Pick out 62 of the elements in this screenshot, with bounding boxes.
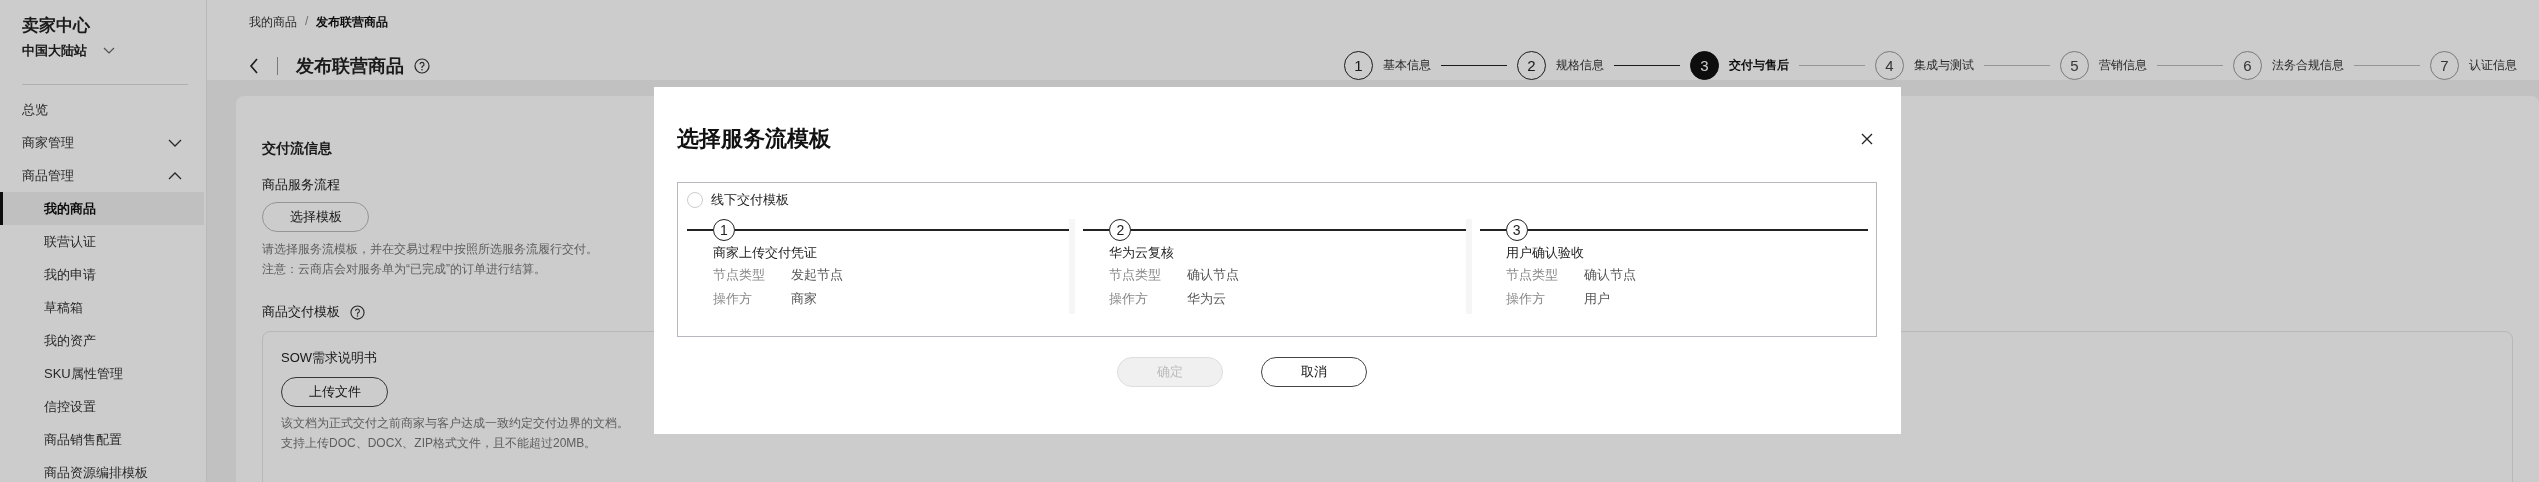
breadcrumb-item: 发布联营商品	[316, 14, 389, 31]
select-template-button[interactable]: 选择模板	[262, 202, 369, 232]
nav-item[interactable]: 联营认证	[0, 225, 206, 258]
format-hint: 支持上传DOC、DOCX、ZIP格式文件，且不能超过20MB。	[281, 435, 597, 452]
note-text: 注意：云商店会对服务单为“已完成”的订单进行结算。	[262, 261, 546, 278]
breadcrumb-item[interactable]: 我的商品	[249, 14, 297, 31]
upload-button[interactable]: 上传文件	[281, 377, 388, 407]
field-label: 节点类型	[713, 266, 766, 284]
nav-item[interactable]: 商品管理	[0, 159, 206, 192]
help-icon[interactable]	[350, 304, 365, 320]
field-label: 节点类型	[1109, 266, 1163, 284]
template-name: 线下交付模板	[711, 191, 789, 209]
back-icon[interactable]	[249, 57, 259, 74]
field-label: 商品交付模板	[262, 303, 340, 321]
step-label: 基本信息	[1383, 57, 1431, 74]
step-label: 营销信息	[2099, 57, 2147, 74]
cancel-button[interactable]: 取消	[1261, 357, 1367, 387]
hint-text: 请选择服务流模板，并在交易过程中按照所选服务流履行交付。	[262, 241, 598, 258]
step-title: 商家上传交付凭证	[713, 244, 818, 262]
field-label: 节点类型	[1505, 266, 1559, 284]
close-icon[interactable]	[1861, 133, 1873, 145]
chevron-up-icon	[168, 171, 182, 180]
field-value: 发起节点	[791, 266, 843, 284]
nav-item[interactable]: 我的商品	[0, 192, 204, 225]
nav-item[interactable]: 我的资产	[0, 324, 206, 357]
step-label: 交付与售后	[1729, 57, 1789, 74]
field-value: 确认节点	[1583, 266, 1636, 284]
step-label: 集成与测试	[1914, 57, 1974, 74]
page-title: 发布联营商品	[296, 54, 404, 78]
step-label: 认证信息	[2469, 57, 2517, 74]
nav-item[interactable]: 商品销售配置	[0, 423, 206, 456]
nav-item[interactable]: SKU属性管理	[0, 357, 206, 390]
step-title: 华为云复核	[1109, 244, 1176, 262]
field-label: 操作方	[1109, 290, 1150, 308]
site-selector[interactable]: 中国大陆站	[0, 38, 115, 60]
nav-item[interactable]: 商家管理	[0, 126, 206, 159]
dialog-title: 选择服务流模板	[677, 125, 831, 153]
step-number: 3	[1690, 51, 1719, 80]
field-value: 商家	[791, 290, 817, 308]
breadcrumb-separator: /	[305, 14, 309, 30]
description-text: 该文档为正式交付之前商家与客户达成一致约定交付边界的文档。	[281, 415, 629, 432]
nav-item[interactable]: 总览	[0, 93, 206, 126]
step-label: 规格信息	[1556, 57, 1604, 74]
chevron-down-icon	[168, 138, 182, 147]
nav-item[interactable]: 我的申请	[0, 258, 206, 291]
step-title: 用户确认验收	[1505, 244, 1585, 262]
app-title: 卖家中心	[21, 15, 91, 37]
nav-item[interactable]: 草稿箱	[0, 291, 206, 324]
field-value: 确认节点	[1187, 266, 1240, 284]
field-value: 用户	[1583, 290, 1610, 308]
field-value: 华为云	[1187, 290, 1227, 308]
step-label: 法务合规信息	[2272, 57, 2344, 74]
field-label: 商品服务流程	[262, 176, 340, 194]
section-title: 交付流信息	[262, 140, 332, 158]
nav-item[interactable]: 信控设置	[0, 390, 206, 423]
help-icon[interactable]	[414, 57, 430, 74]
nav-item[interactable]: 商品资源编排模板	[0, 456, 206, 482]
field-label: 操作方	[1505, 290, 1546, 308]
template-option[interactable]: 线下交付模板 1 商家上传交付凭证 节点类型 发起节点 操作方 商家 2 华为云复核 节点类型 确认节点 操作方 华为云 3 用户确认验收 节点类型 确认节点 操作方 用户	[677, 182, 1877, 337]
field-label: 操作方	[713, 290, 753, 308]
card-title: SOW需求说明书	[281, 349, 378, 367]
chevron-down-icon	[103, 47, 115, 55]
